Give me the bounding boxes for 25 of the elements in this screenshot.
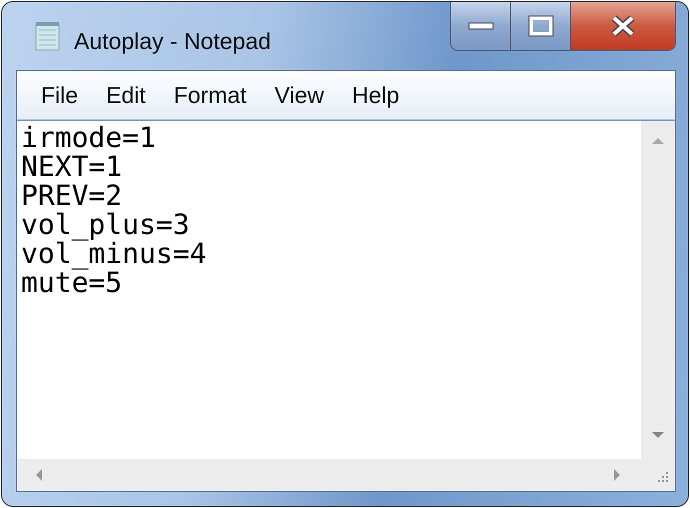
horizontal-scrollbar[interactable] (17, 459, 641, 491)
maximize-button[interactable] (511, 2, 571, 50)
text-line: NEXT=1 (21, 152, 124, 181)
close-button[interactable] (571, 2, 675, 50)
scroll-right-icon[interactable] (613, 468, 621, 482)
window-title: Autoplay - Notepad (74, 28, 271, 54)
close-icon (610, 15, 636, 37)
vertical-scrollbar[interactable] (641, 121, 675, 459)
maximize-icon (528, 15, 554, 37)
notepad-icon (34, 21, 62, 51)
scroll-up-icon[interactable] (651, 137, 665, 145)
minimize-button[interactable] (451, 2, 511, 50)
text-line: mute=5 (21, 268, 122, 297)
scroll-left-icon[interactable] (35, 468, 43, 482)
menu-item[interactable]: Edit (92, 82, 160, 108)
resize-grip-icon[interactable] (655, 471, 669, 485)
text-line: vol_plus=3 (21, 210, 191, 239)
menu-item[interactable]: Help (338, 82, 414, 108)
menu-item[interactable]: View (260, 82, 338, 108)
menu-item[interactable]: File (27, 82, 92, 108)
scroll-down-icon[interactable] (651, 431, 665, 439)
text-line: irmode=1 (21, 123, 157, 152)
menu-item[interactable]: Format (160, 82, 261, 108)
text-line: PREV=2 (21, 181, 124, 210)
minimize-icon (466, 21, 494, 31)
